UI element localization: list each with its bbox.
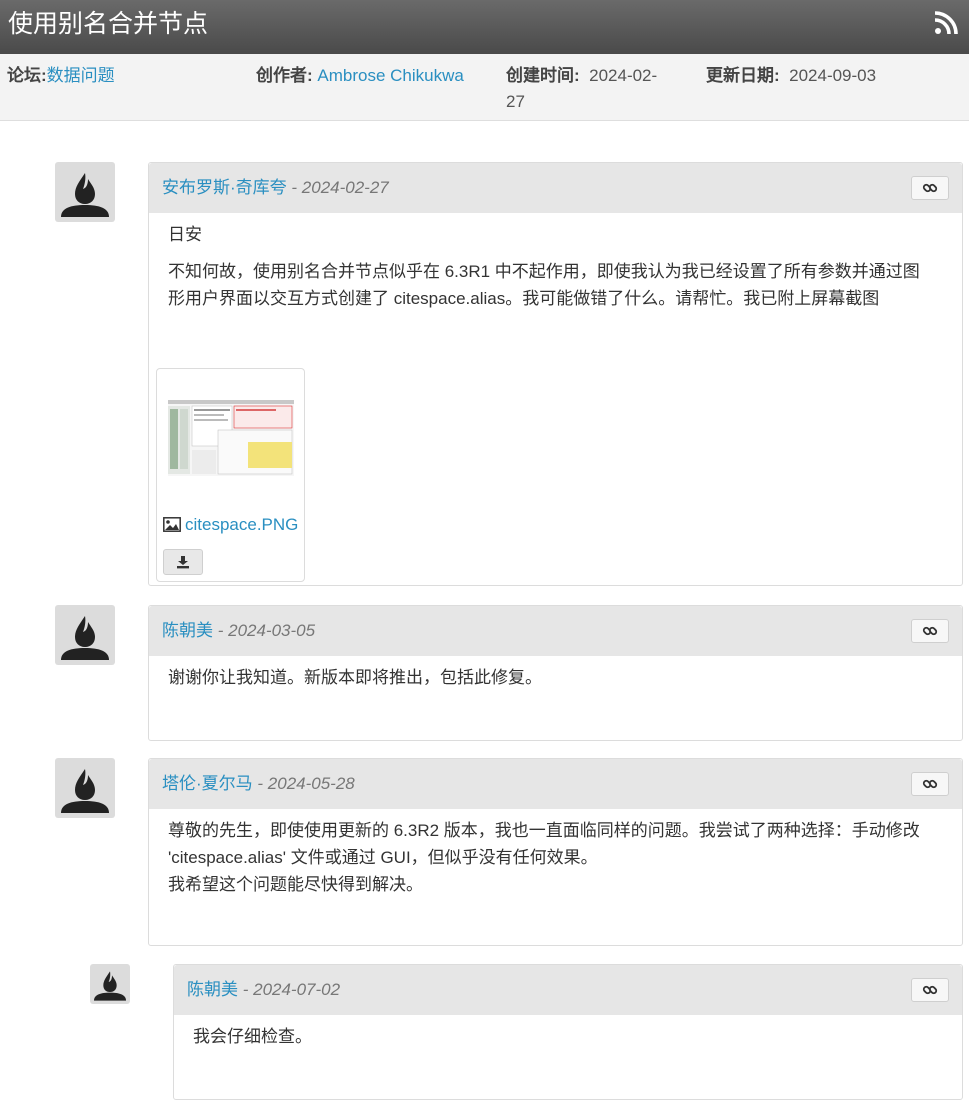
post-header: 陈朝美 - 2024-07-02 <box>174 965 962 1015</box>
avatar[interactable] <box>55 758 115 818</box>
topic-header: 使用别名合并节点 <box>0 0 969 54</box>
avatar[interactable] <box>90 964 130 1004</box>
attachment-link[interactable]: citespace.PNG <box>185 515 298 534</box>
post-header: 陈朝美 - 2024-03-05 <box>149 606 962 656</box>
forum-info: 论坛:数据问题 <box>7 63 115 89</box>
post: 安布罗斯·奇库夸 - 2024-02-27 日安 不知何故，使用别名合并节点似乎… <box>148 162 963 586</box>
permalink-button[interactable] <box>911 619 949 643</box>
permalink-button[interactable] <box>911 978 949 1002</box>
post-header: 塔伦·夏尔马 - 2024-05-28 <box>149 759 962 809</box>
link-icon <box>922 626 938 636</box>
post-date: - 2024-05-28 <box>257 774 355 793</box>
post: 陈朝美 - 2024-03-05 谢谢你让我知道。新版本即将推出，包括此修复。 <box>148 605 963 741</box>
user-avatar-icon <box>61 173 109 217</box>
attachment-file: citespace.PNG <box>163 512 298 538</box>
image-icon <box>163 517 181 532</box>
created-info: 创建时间: 2024-02- 27 <box>506 63 686 115</box>
post-author[interactable]: 陈朝美 <box>162 621 213 640</box>
author-link[interactable]: Ambrose Chikukwa <box>317 66 463 85</box>
post: 塔伦·夏尔马 - 2024-05-28 尊敬的先生，即使使用更新的 6.3R2 … <box>148 758 963 946</box>
permalink-button[interactable] <box>911 176 949 200</box>
post-body: 我会仔细检查。 <box>193 1023 932 1060</box>
avatar[interactable] <box>55 162 115 222</box>
link-icon <box>922 183 938 193</box>
post-author[interactable]: 塔伦·夏尔马 <box>162 774 253 793</box>
post-date: - 2024-03-05 <box>217 621 316 640</box>
author-label: 创作者: <box>256 66 313 85</box>
attachment-card: citespace.PNG <box>156 368 305 582</box>
updated-label: 更新日期: <box>706 66 780 85</box>
post-date: - 2024-02-27 <box>291 178 389 197</box>
topic-meta: 论坛:数据问题 创作者: Ambrose Chikukwa 创建时间: 2024… <box>0 54 969 121</box>
user-avatar-icon <box>94 971 126 1001</box>
post-paragraph: 我会仔细检查。 <box>193 1027 312 1046</box>
link-icon <box>922 779 938 789</box>
post-body: 尊敬的先生，即使使用更新的 6.3R2 版本，我也一直面临同样的问题。我尝试了两… <box>168 817 932 898</box>
post-author[interactable]: 陈朝美 <box>187 980 238 999</box>
forum-label: 论坛: <box>7 66 47 85</box>
author-info: 创作者: Ambrose Chikukwa <box>256 63 464 89</box>
forum-link[interactable]: 数据问题 <box>47 66 115 85</box>
user-avatar-icon <box>61 616 109 660</box>
user-avatar-icon <box>61 769 109 813</box>
created-label: 创建时间: <box>506 66 580 85</box>
updated-info: 更新日期: 2024-09-03 <box>706 63 876 89</box>
post-paragraph: 我希望这个问题能尽快得到解决。 <box>168 875 423 894</box>
post-body: 谢谢你让我知道。新版本即将推出，包括此修复。 <box>168 664 932 701</box>
post: 陈朝美 - 2024-07-02 我会仔细检查。 <box>173 964 963 1100</box>
download-icon <box>177 556 189 569</box>
post-header: 安布罗斯·奇库夸 - 2024-02-27 <box>149 163 962 213</box>
created-value-cont: 27 <box>506 92 525 111</box>
permalink-button[interactable] <box>911 772 949 796</box>
link-icon <box>922 985 938 995</box>
avatar[interactable] <box>55 605 115 665</box>
post-paragraph: 日安 <box>168 225 202 244</box>
rss-icon[interactable] <box>934 11 958 35</box>
post-date: - 2024-07-02 <box>242 980 341 999</box>
post-paragraph: 尊敬的先生，即使使用更新的 6.3R2 版本，我也一直面临同样的问题。我尝试了两… <box>168 821 920 867</box>
attachment-thumbnail[interactable] <box>168 400 294 476</box>
download-button[interactable] <box>163 549 203 575</box>
created-value: 2024-02- <box>589 66 658 85</box>
post-author[interactable]: 安布罗斯·奇库夸 <box>162 178 287 197</box>
post-paragraph: 谢谢你让我知道。新版本即将推出，包括此修复。 <box>168 668 542 687</box>
post-body: 日安 不知何故，使用别名合并节点似乎在 6.3R1 中不起作用，即使我认为我已经… <box>168 221 932 322</box>
topic-title: 使用别名合并节点 <box>8 10 209 38</box>
updated-value: 2024-09-03 <box>789 66 877 85</box>
post-paragraph: 不知何故，使用别名合并节点似乎在 6.3R1 中不起作用，即使我认为我已经设置了… <box>168 262 920 308</box>
